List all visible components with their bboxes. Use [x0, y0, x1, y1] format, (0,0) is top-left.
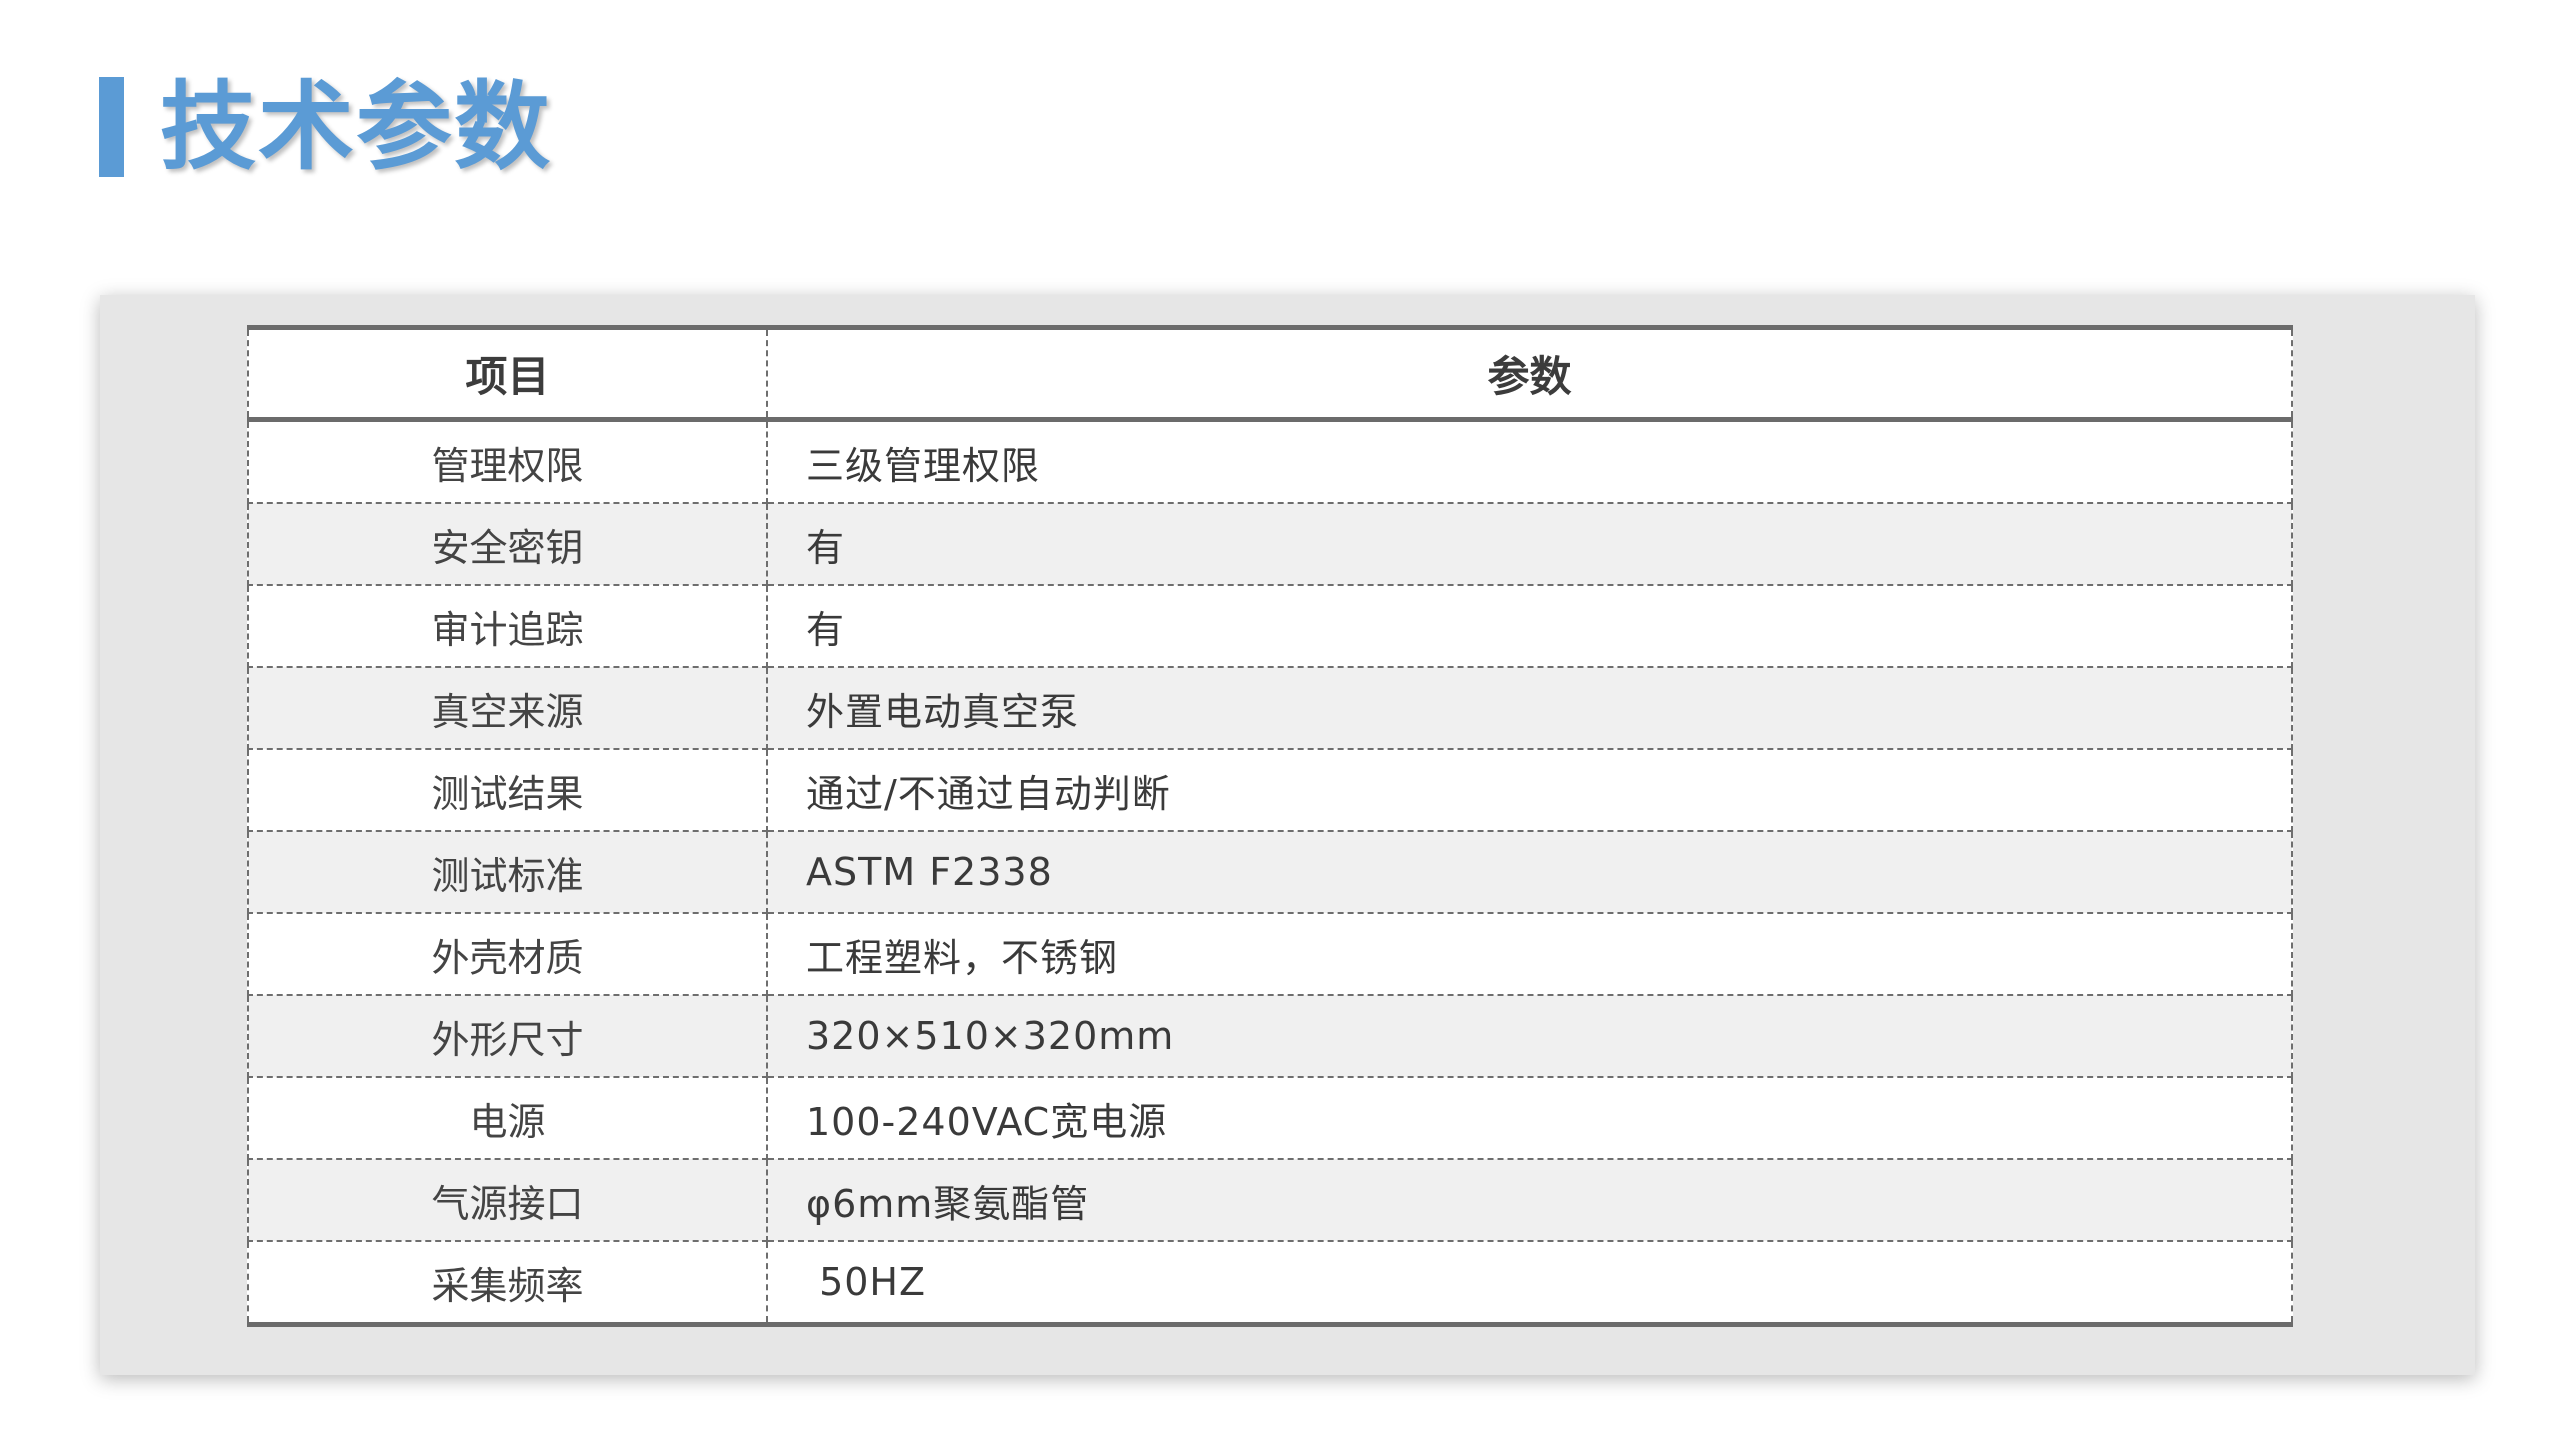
header-parameter: 参数 [766, 327, 2293, 422]
row-value: 100-240VAC宽电源 [766, 1076, 2293, 1160]
row-value: 工程塑料，不锈钢 [766, 912, 2293, 996]
table-row: 安全密钥 有 [247, 502, 2293, 586]
table-row: 测试标准 ASTM F2338 [247, 830, 2293, 914]
table-row: 采集频率 50HZ [247, 1240, 2293, 1325]
row-item: 气源接口 [247, 1158, 768, 1242]
table-row: 真空来源 外置电动真空泵 [247, 666, 2293, 750]
header-item: 项目 [247, 327, 768, 422]
row-value: 50HZ [766, 1240, 2293, 1325]
row-value: 三级管理权限 [766, 419, 2293, 504]
table-row: 审计追踪 有 [247, 584, 2293, 668]
table-row: 测试结果 通过/不通过自动判断 [247, 748, 2293, 832]
table-row: 电源 100-240VAC宽电源 [247, 1076, 2293, 1160]
row-item: 真空来源 [247, 666, 768, 750]
table-row: 外形尺寸 320×510×320mm [247, 994, 2293, 1078]
row-item: 测试标准 [247, 830, 768, 914]
table-header-row: 项目 参数 [247, 327, 2293, 422]
row-item: 安全密钥 [247, 502, 768, 586]
row-value: ASTM F2338 [766, 830, 2293, 914]
page-title: 技术参数 [160, 71, 552, 183]
row-item: 审计追踪 [247, 584, 768, 668]
row-value: φ6mm聚氨酯管 [766, 1158, 2293, 1242]
row-value: 有 [766, 502, 2293, 586]
row-item: 外壳材质 [247, 912, 768, 996]
row-item: 采集频率 [247, 1240, 768, 1325]
spec-panel: 项目 参数 管理权限 三级管理权限 安全密钥 有 审计追踪 有 真空来源 外置电… [100, 295, 2475, 1375]
row-item: 管理权限 [247, 419, 768, 504]
row-value: 320×510×320mm [766, 994, 2293, 1078]
row-value: 外置电动真空泵 [766, 666, 2293, 750]
row-value: 有 [766, 584, 2293, 668]
title-accent-bar [99, 77, 124, 177]
row-item: 外形尺寸 [247, 994, 768, 1078]
table-row: 气源接口 φ6mm聚氨酯管 [247, 1158, 2293, 1242]
spec-table: 项目 参数 管理权限 三级管理权限 安全密钥 有 审计追踪 有 真空来源 外置电… [247, 325, 2293, 1327]
row-item: 测试结果 [247, 748, 768, 832]
row-value: 通过/不通过自动判断 [766, 748, 2293, 832]
table-row: 管理权限 三级管理权限 [247, 419, 2293, 504]
row-item: 电源 [247, 1076, 768, 1160]
table-row: 外壳材质 工程塑料，不锈钢 [247, 912, 2293, 996]
